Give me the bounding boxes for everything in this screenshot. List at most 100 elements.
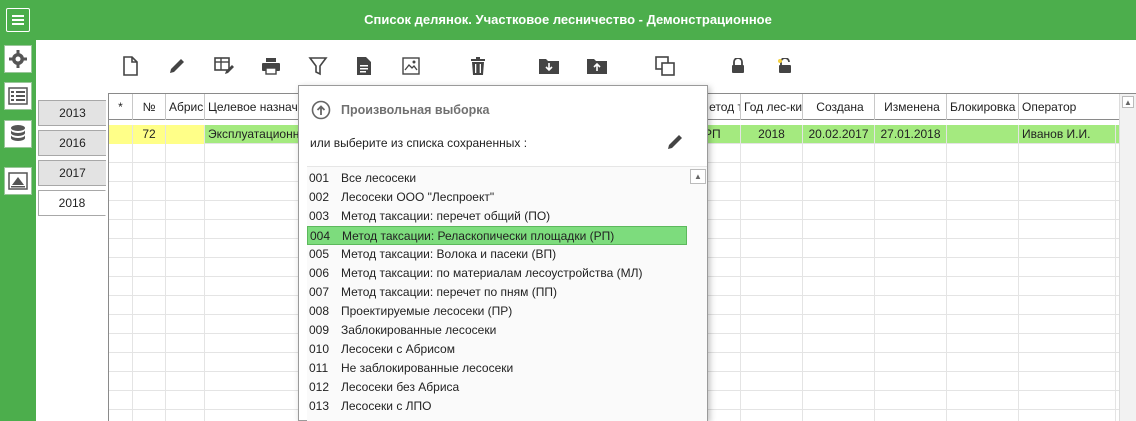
cell-operator: Иванов И.И. bbox=[1019, 125, 1116, 144]
list-item[interactable]: 008 Проектируемые лесосеки (ПР) bbox=[307, 302, 687, 321]
table-cell bbox=[741, 372, 803, 391]
import-folder-icon bbox=[539, 59, 559, 74]
list-item[interactable]: 009 Заблокированные лесосеки bbox=[307, 321, 687, 340]
table-cell bbox=[947, 353, 1019, 372]
table-cell bbox=[205, 315, 301, 334]
document-button[interactable] bbox=[350, 52, 378, 80]
table-cell bbox=[109, 315, 133, 334]
list-item-name: Лесосеки ООО "Леспроект" bbox=[341, 190, 495, 204]
year-tab-2016[interactable]: 2016 bbox=[38, 130, 106, 156]
table-cell bbox=[741, 410, 803, 421]
header-year[interactable]: Год лес-ки bbox=[741, 94, 803, 120]
custom-selection-button[interactable]: Произвольная выборка bbox=[311, 99, 489, 121]
table-cell bbox=[875, 258, 947, 277]
header-num[interactable]: № bbox=[133, 94, 166, 120]
database-icon bbox=[11, 125, 25, 141]
header-purpose[interactable]: Целевое назначение bbox=[205, 94, 301, 120]
table-cell bbox=[109, 201, 133, 220]
settings-button[interactable] bbox=[4, 45, 32, 73]
table-cell bbox=[947, 315, 1019, 334]
table-cell bbox=[803, 315, 875, 334]
import-button[interactable] bbox=[535, 52, 563, 80]
table-cell bbox=[741, 258, 803, 277]
table-cell bbox=[1019, 315, 1116, 334]
table-cell bbox=[875, 144, 947, 163]
list-item[interactable]: 013 Лесосеки с ЛПО bbox=[307, 397, 687, 416]
table-cell bbox=[875, 353, 947, 372]
list-item[interactable]: 007 Метод таксации: перечет по пням (ПП) bbox=[307, 283, 687, 302]
map-button[interactable] bbox=[397, 52, 425, 80]
list-item[interactable]: 002 Лесосеки ООО "Леспроект" bbox=[307, 188, 687, 207]
year-tab-2018[interactable]: 2018 bbox=[38, 190, 106, 216]
table-cell bbox=[109, 163, 133, 182]
table-cell bbox=[205, 296, 301, 315]
header-modified[interactable]: Изменена bbox=[875, 94, 947, 120]
table-cell bbox=[947, 239, 1019, 258]
table-cell bbox=[875, 391, 947, 410]
list-item-name: Метод таксации: Волока и пасеки (ВП) bbox=[341, 247, 557, 261]
scroll-up-icon[interactable]: ▲ bbox=[690, 169, 706, 184]
list-item[interactable]: 006 Метод таксации: по материалам лесоуст… bbox=[307, 264, 687, 283]
edit-saved-button[interactable] bbox=[663, 130, 687, 154]
filter-button[interactable] bbox=[304, 52, 332, 80]
trash-icon bbox=[471, 57, 485, 75]
table-cell bbox=[133, 220, 166, 239]
table-cell bbox=[205, 372, 301, 391]
table-edit-button[interactable] bbox=[210, 52, 238, 80]
scroll-up-icon[interactable]: ▲ bbox=[1122, 96, 1134, 108]
window-title: Список делянок. Участковое лесничество -… bbox=[364, 12, 772, 27]
document-icon bbox=[357, 57, 371, 75]
table-cell bbox=[1019, 201, 1116, 220]
list-item-name: Метод таксации: перечет по пням (ПП) bbox=[341, 285, 557, 299]
list-scrollbar[interactable]: ▲ bbox=[689, 167, 707, 421]
list-item-name: Заблокированные лесосеки bbox=[341, 323, 497, 337]
table-cell bbox=[875, 182, 947, 201]
lock-button[interactable] bbox=[724, 52, 752, 80]
saved-selections-list[interactable]: 001 Все лесосеки 002 Лесосеки ООО "Леспроек… bbox=[307, 166, 707, 421]
year-tab-2013[interactable]: 2013 bbox=[38, 100, 106, 126]
table-cell bbox=[1019, 277, 1116, 296]
table-cell bbox=[133, 391, 166, 410]
database-button[interactable] bbox=[4, 120, 32, 148]
table-cell bbox=[133, 353, 166, 372]
delete-button[interactable] bbox=[464, 52, 492, 80]
list-item[interactable]: 012 Лесосеки без Абриса bbox=[307, 378, 687, 397]
cell-modified: 27.01.2018 bbox=[875, 125, 947, 144]
header-abris[interactable]: Абрис bbox=[166, 94, 205, 120]
print-button[interactable] bbox=[257, 52, 285, 80]
new-button[interactable] bbox=[116, 52, 144, 80]
edit-button[interactable] bbox=[163, 52, 191, 80]
table-cell bbox=[1019, 144, 1116, 163]
table-cell bbox=[875, 315, 947, 334]
print-icon bbox=[262, 58, 280, 75]
list-item-code: 011 bbox=[309, 361, 329, 375]
header-created[interactable]: Создана bbox=[803, 94, 875, 120]
list-item[interactable]: 004 Метод таксации: Реласкопически площад… bbox=[307, 226, 687, 245]
export-button[interactable] bbox=[583, 52, 611, 80]
table-cell bbox=[947, 220, 1019, 239]
table-cell bbox=[1019, 163, 1116, 182]
unlock-button[interactable] bbox=[771, 52, 799, 80]
grid-scrollbar[interactable]: ▲ bbox=[1119, 94, 1136, 421]
list-item-name: Лесосеки с ЛПО bbox=[341, 399, 432, 413]
header-star[interactable]: * bbox=[109, 94, 133, 120]
list-button[interactable] bbox=[4, 82, 32, 110]
list-item[interactable]: 010 Лесосеки с Абрисом bbox=[307, 340, 687, 359]
table-cell bbox=[109, 410, 133, 421]
table-cell bbox=[133, 410, 166, 421]
table-cell bbox=[205, 353, 301, 372]
year-tab-2017[interactable]: 2017 bbox=[38, 160, 106, 186]
table-cell bbox=[205, 220, 301, 239]
table-cell bbox=[803, 201, 875, 220]
list-item-code: 004 bbox=[310, 229, 331, 243]
list-item[interactable]: 003 Метод таксации: перечет общий (ПО) bbox=[307, 207, 687, 226]
list-item[interactable]: 001 Все лесосеки bbox=[307, 169, 687, 188]
list-item[interactable]: 011 Не заблокированные лесосеки bbox=[307, 359, 687, 378]
table-cell bbox=[133, 258, 166, 277]
copy-button[interactable] bbox=[651, 52, 679, 80]
table-cell bbox=[205, 182, 301, 201]
chart-button[interactable] bbox=[4, 167, 32, 195]
header-locked[interactable]: Блокировка bbox=[947, 94, 1019, 120]
header-operator[interactable]: Оператор bbox=[1019, 94, 1116, 120]
list-item[interactable]: 005 Метод таксации: Волока и пасеки (ВП) bbox=[307, 245, 687, 264]
